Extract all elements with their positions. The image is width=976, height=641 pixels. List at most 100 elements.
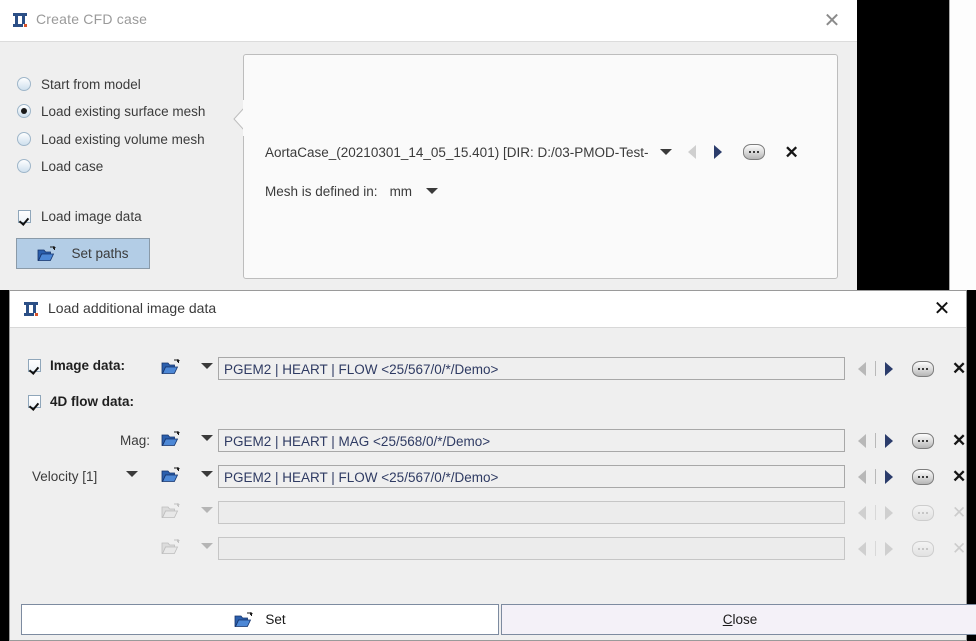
mesh-file-row: AortaCase_(20210301_14_05_15.401) [DIR: … <box>265 142 799 162</box>
row-label: Image data: <box>50 358 126 373</box>
close-button-rest: lose <box>732 612 758 627</box>
dialog-button-bar: Set Close <box>10 599 976 640</box>
chevron-down-icon <box>201 543 213 549</box>
velocity-field[interactable]: PGEM2 | HEART | FLOW <25/567/0/*/Demo> <box>218 465 845 488</box>
row-4d-flow-data: 4D flow data: <box>10 390 966 416</box>
chevron-down-icon <box>201 507 213 513</box>
set-button-label: Set <box>265 612 286 627</box>
chevron-down-icon[interactable] <box>201 435 213 441</box>
radio-label: Load existing surface mesh <box>41 103 206 119</box>
prev-arrow-icon[interactable] <box>858 469 866 484</box>
next-arrow-icon[interactable] <box>885 361 893 376</box>
mag-row-controls: ✕ <box>855 429 966 452</box>
chevron-down-icon[interactable] <box>201 363 213 369</box>
separator <box>875 361 876 376</box>
clear-x-icon[interactable]: ✕ <box>952 360 966 377</box>
mag-field[interactable]: PGEM2 | HEART | MAG <25/568/0/*/Demo> <box>218 429 845 452</box>
window-title: Create CFD case <box>36 11 148 27</box>
image-data-field[interactable]: PGEM2 | HEART | FLOW <25/567/0/*/Demo> <box>218 357 845 380</box>
create-cfd-case-titlebar: Create CFD case ✕ <box>0 0 857 42</box>
prev-arrow-icon[interactable] <box>688 145 697 159</box>
radio-option-load-existing-surface-mesh[interactable]: Load existing surface mesh <box>17 100 205 122</box>
empty-row-1-controls: ✕ <box>855 501 966 524</box>
next-arrow-icon <box>885 505 893 520</box>
open-folder-icon[interactable] <box>161 358 183 376</box>
prev-arrow-icon <box>858 505 866 520</box>
load-image-data-checkbox[interactable]: Load image data <box>18 209 142 224</box>
next-arrow-icon[interactable] <box>885 433 893 448</box>
radio-indicator <box>17 77 31 91</box>
open-folder-icon[interactable] <box>161 466 183 484</box>
radio-indicator <box>17 159 31 173</box>
separator <box>875 469 876 484</box>
dialog-titlebar: Load additional image data ✕ <box>10 291 966 328</box>
radio-option-load-existing-volume-mesh[interactable]: Load existing volume mesh <box>17 128 205 150</box>
close-button-label: Close <box>723 612 758 627</box>
next-arrow-icon[interactable] <box>714 145 723 159</box>
radio-option-start-from-model[interactable]: Start from model <box>17 73 141 95</box>
row-empty-1: ✕ <box>10 498 966 524</box>
chevron-down-icon[interactable] <box>426 188 439 194</box>
close-button[interactable]: Close <box>501 604 976 635</box>
clear-x-icon[interactable]: ✕ <box>784 144 798 161</box>
radio-indicator <box>17 132 31 146</box>
prev-arrow-icon[interactable] <box>858 361 866 376</box>
clear-x-icon: ✕ <box>952 503 967 522</box>
velocity-label: Velocity [1] <box>32 469 98 484</box>
load-image-data-label: Load image data <box>41 209 142 224</box>
radio-label: Load existing volume mesh <box>41 131 205 147</box>
desktop-background-left <box>0 290 9 641</box>
pmod-logo-icon <box>12 12 29 28</box>
close-icon[interactable]: ✕ <box>930 297 954 321</box>
more-options-icon[interactable] <box>912 468 934 485</box>
clear-x-icon[interactable]: ✕ <box>952 468 966 485</box>
load-additional-image-data-dialog: Load additional image data ✕ Image data:… <box>9 290 976 641</box>
separator <box>875 541 876 556</box>
velocity-row-controls: ✕ <box>855 465 966 488</box>
open-folder-icon <box>161 538 183 556</box>
checkbox-indicator <box>18 210 31 223</box>
more-options-icon[interactable] <box>912 360 934 377</box>
empty-row-2-controls: ✕ <box>855 537 966 560</box>
mesh-unit-value: mm <box>389 183 413 199</box>
next-arrow-icon[interactable] <box>885 469 893 484</box>
set-paths-button[interactable]: Set paths <box>16 238 150 269</box>
checkbox-indicator <box>28 395 41 408</box>
close-icon[interactable]: ✕ <box>820 9 844 33</box>
empty-field-2 <box>218 537 845 560</box>
clear-x-icon: ✕ <box>952 539 967 558</box>
clear-x-icon[interactable]: ✕ <box>952 432 966 449</box>
row-velocity: Velocity [1] PGEM2 | HEART | FLOW <25/56… <box>10 462 966 488</box>
velocity-index-chevron-down-icon[interactable] <box>126 471 138 477</box>
mag-label: Mag: <box>120 433 151 448</box>
prev-arrow-icon[interactable] <box>858 433 866 448</box>
4d-flow-data-checkbox[interactable]: 4D flow data: <box>28 394 134 409</box>
mesh-unit-label: Mesh is defined in: <box>265 183 378 199</box>
row-mag: Mag: PGEM2 | HEART | MAG <25/568/0/*/Dem… <box>10 426 966 452</box>
chevron-down-icon[interactable] <box>201 471 213 477</box>
image-data-checkbox[interactable]: Image data: <box>28 358 125 373</box>
open-folder-icon <box>234 611 256 629</box>
chevron-down-icon[interactable] <box>660 149 673 155</box>
row-image-data: Image data: PGEM2 | HEART | FLOW <25/567… <box>10 354 966 380</box>
radio-label: Start from model <box>41 76 141 92</box>
more-options-icon <box>912 504 934 521</box>
background-panel-strip <box>949 0 976 290</box>
radio-option-load-case[interactable]: Load case <box>17 155 103 177</box>
open-folder-icon[interactable] <box>161 430 183 448</box>
set-button[interactable]: Set <box>21 604 499 635</box>
more-options-icon[interactable] <box>912 432 934 449</box>
mesh-file-name: AortaCase_(20210301_14_05_15.401) [DIR: … <box>265 144 649 160</box>
radio-indicator-selected <box>17 104 31 118</box>
more-options-icon <box>912 540 934 557</box>
dialog-body: Image data: PGEM2 | HEART | FLOW <25/567… <box>10 328 976 640</box>
empty-field-1 <box>218 501 845 524</box>
mesh-info-panel <box>243 54 838 279</box>
mesh-unit-row: Mesh is defined in: mm <box>265 181 439 201</box>
more-options-icon[interactable] <box>743 144 766 160</box>
desktop-background-right <box>857 0 949 290</box>
pmod-logo-icon <box>23 301 40 317</box>
set-paths-label: Set paths <box>71 246 129 261</box>
next-arrow-icon <box>885 541 893 556</box>
separator <box>875 505 876 520</box>
